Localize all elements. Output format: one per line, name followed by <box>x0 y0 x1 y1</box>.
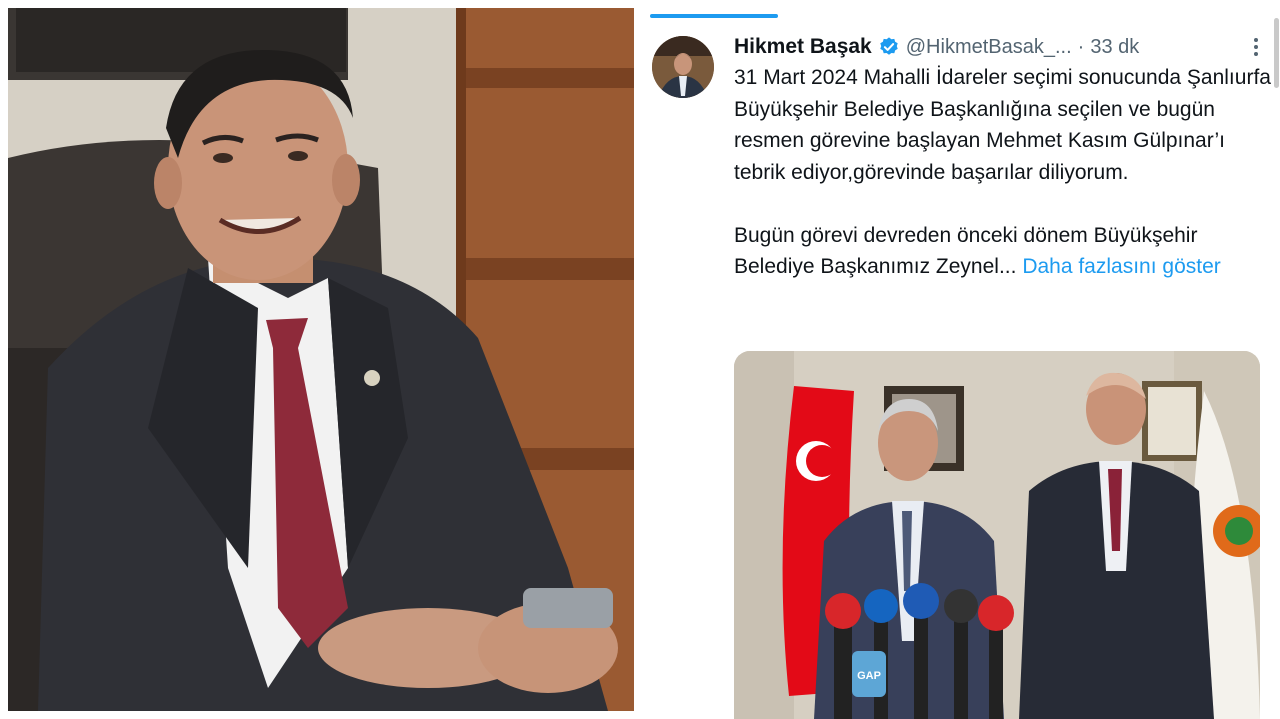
tweet-timestamp[interactable]: 33 dk <box>1090 36 1139 59</box>
tweet-header: Hikmet Başak @HikmetBasak_... · 33 dk <box>734 34 1274 60</box>
ellipsis-vertical-icon[interactable] <box>1246 36 1266 58</box>
scrollbar[interactable] <box>1274 18 1279 88</box>
tweet-paragraph-1: 31 Mart 2024 Mahalli İdareler seçimi son… <box>734 66 1271 184</box>
separator-dot: · <box>1077 35 1085 58</box>
tweet-paragraph-2: Bugün görevi devreden önceki dönem Büyük… <box>734 220 1274 283</box>
active-tab-indicator <box>650 14 778 18</box>
author-display-name[interactable]: Hikmet Başak <box>734 35 872 59</box>
mic-label-gap: GAP <box>857 670 881 682</box>
verified-badge-icon <box>880 37 898 55</box>
tweet-text: 31 Mart 2024 Mahalli İdareler seçimi son… <box>734 62 1274 283</box>
tweet-card[interactable]: Hikmet Başak @HikmetBasak_... · 33 dk 31… <box>640 0 1280 719</box>
show-more-link[interactable]: Daha fazlasını göster <box>1022 255 1220 278</box>
author-handle[interactable]: @HikmetBasak_... <box>906 36 1072 59</box>
tweet-media-photo[interactable]: GAP <box>734 351 1260 719</box>
portrait-photo <box>8 8 634 711</box>
author-avatar[interactable] <box>652 36 714 98</box>
